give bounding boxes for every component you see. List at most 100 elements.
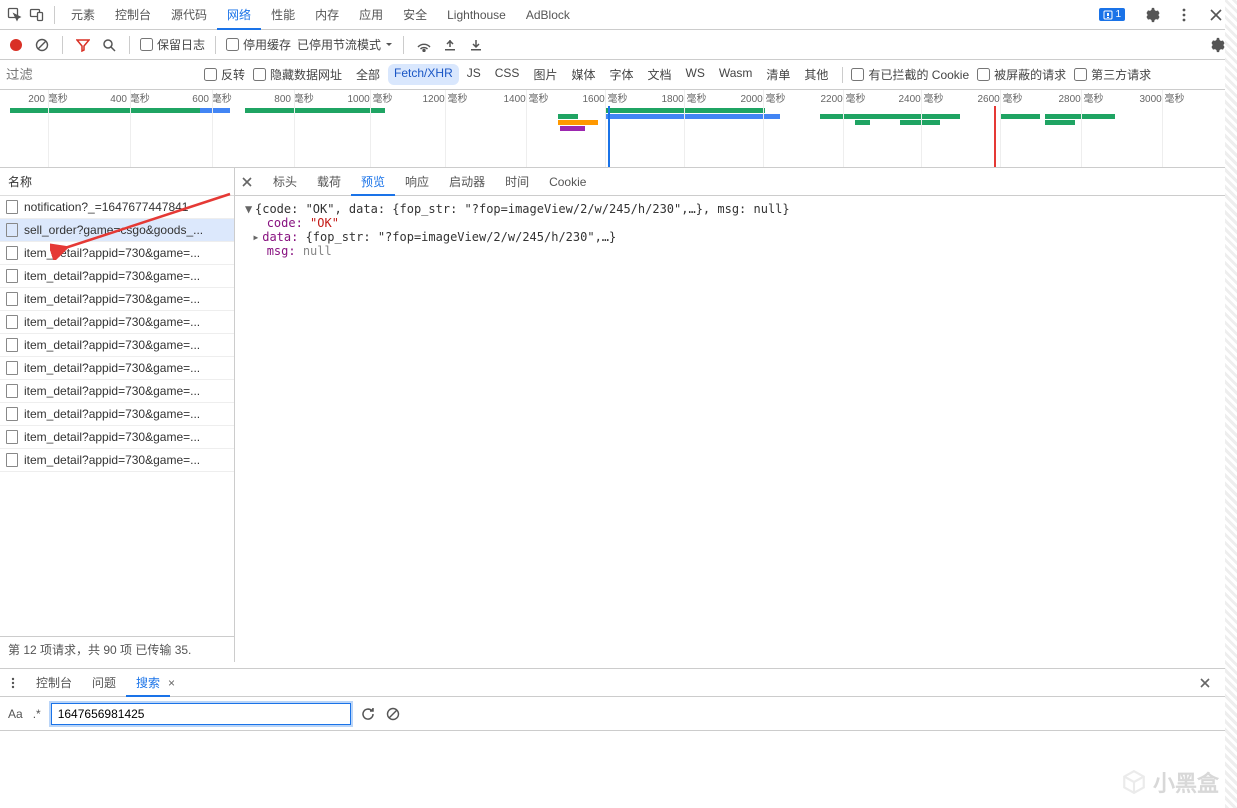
detail-tab[interactable]: 启动器 <box>439 168 495 196</box>
more-vert-icon[interactable] <box>1173 4 1195 26</box>
type-filter[interactable]: 其他 <box>798 64 834 85</box>
close-detail-icon[interactable] <box>241 176 261 188</box>
inspect-icon[interactable] <box>4 4 26 26</box>
watermark: 小黑盒 <box>1121 766 1219 798</box>
type-filter[interactable]: WS <box>680 64 711 85</box>
file-icon <box>6 269 18 283</box>
blocked-cookies-checkbox[interactable]: 有已拦截的 Cookie <box>851 66 969 83</box>
main-tab[interactable]: 源代码 <box>161 0 217 30</box>
file-icon <box>6 338 18 352</box>
type-filter[interactable]: 媒体 <box>565 64 601 85</box>
type-filter[interactable]: Fetch/XHR <box>388 64 459 85</box>
detail-tab[interactable]: 标头 <box>263 168 307 196</box>
file-icon <box>6 407 18 421</box>
type-filter[interactable]: JS <box>461 64 487 85</box>
file-icon <box>6 453 18 467</box>
request-row[interactable]: item_detail?appid=730&game=... <box>0 380 234 403</box>
detail-tabs: 标头载荷预览响应启动器时间Cookie <box>235 168 1237 196</box>
response-preview[interactable]: ▼{code: "OK", data: {fop_str: "?fop=imag… <box>235 196 1237 662</box>
drawer-close-icon[interactable] <box>1199 677 1219 689</box>
request-row[interactable]: item_detail?appid=730&game=... <box>0 426 234 449</box>
file-icon <box>6 223 18 237</box>
scrollbar-track <box>1225 0 1237 808</box>
drawer-tab[interactable]: 控制台 <box>26 669 82 697</box>
cancel-icon[interactable] <box>386 707 400 721</box>
clear-button[interactable] <box>32 35 52 55</box>
tab-close-icon[interactable]: × <box>164 676 179 690</box>
network-settings-icon[interactable] <box>1207 35 1227 55</box>
filter-icon[interactable] <box>73 35 93 55</box>
detail-tab[interactable]: Cookie <box>539 168 596 196</box>
request-row[interactable]: item_detail?appid=730&game=... <box>0 265 234 288</box>
request-row[interactable]: notification?_=1647677447841 <box>0 196 234 219</box>
type-filter[interactable]: 图片 <box>527 64 563 85</box>
detail-tab[interactable]: 时间 <box>495 168 539 196</box>
file-icon <box>6 384 18 398</box>
name-column-header[interactable]: 名称 <box>0 168 234 196</box>
export-icon[interactable] <box>466 35 486 55</box>
request-row[interactable]: item_detail?appid=730&game=... <box>0 334 234 357</box>
settings-gear-icon[interactable] <box>1141 4 1163 26</box>
invert-checkbox[interactable]: 反转 <box>204 66 245 83</box>
drawer-more-icon[interactable] <box>6 676 24 690</box>
file-icon <box>6 430 18 444</box>
request-summary: 第 12 项请求，共 90 项 已传输 35. <box>0 636 234 662</box>
detail-tab[interactable]: 预览 <box>351 168 395 196</box>
file-icon <box>6 292 18 306</box>
refresh-icon[interactable] <box>361 706 376 721</box>
main-tab[interactable]: 控制台 <box>105 0 161 30</box>
main-tab[interactable]: 应用 <box>349 0 393 30</box>
throttling-select[interactable]: 已停用节流模式 <box>297 36 393 53</box>
domcontentloaded-line <box>608 106 610 167</box>
record-button[interactable] <box>6 35 26 55</box>
search-input[interactable] <box>51 703 351 725</box>
device-toggle-icon[interactable] <box>26 4 48 26</box>
type-filter[interactable]: Wasm <box>713 64 759 85</box>
detail-tab[interactable]: 响应 <box>395 168 439 196</box>
import-icon[interactable] <box>440 35 460 55</box>
blocked-requests-checkbox[interactable]: 被屏蔽的请求 <box>977 66 1066 83</box>
type-filter[interactable]: CSS <box>489 64 526 85</box>
main-tab[interactable]: 性能 <box>261 0 305 30</box>
request-row[interactable]: item_detail?appid=730&game=... <box>0 357 234 380</box>
type-filter[interactable]: 清单 <box>760 64 796 85</box>
drawer-tab[interactable]: 问题 <box>82 669 126 697</box>
main-tab[interactable]: 内存 <box>305 0 349 30</box>
filter-input[interactable] <box>6 65 196 85</box>
third-party-checkbox[interactable]: 第三方请求 <box>1074 66 1151 83</box>
issues-count: 1 <box>1115 9 1121 20</box>
main-tab[interactable]: AdBlock <box>516 0 580 30</box>
network-conditions-icon[interactable] <box>414 35 434 55</box>
main-tab[interactable]: 安全 <box>393 0 437 30</box>
preserve-log-checkbox[interactable]: 保留日志 <box>140 36 205 53</box>
request-row[interactable]: item_detail?appid=730&game=... <box>0 449 234 472</box>
hide-data-urls-checkbox[interactable]: 隐藏数据网址 <box>253 66 342 83</box>
request-row[interactable]: item_detail?appid=730&game=... <box>0 242 234 265</box>
request-detail-panel: 标头载荷预览响应启动器时间Cookie ▼{code: "OK", data: … <box>235 168 1237 662</box>
type-filter[interactable]: 全部 <box>350 64 386 85</box>
devtools-main-tabs: 元素控制台源代码网络性能内存应用安全LighthouseAdBlock 1 <box>0 0 1237 30</box>
regex-toggle[interactable]: .* <box>33 707 41 721</box>
file-icon <box>6 200 18 214</box>
filter-bar: 反转 隐藏数据网址 全部Fetch/XHRJSCSS图片媒体字体文档WSWasm… <box>0 60 1237 90</box>
disable-cache-checkbox[interactable]: 停用缓存 <box>226 36 291 53</box>
separator <box>54 6 55 24</box>
main-tab[interactable]: 网络 <box>217 0 261 30</box>
main-tab[interactable]: Lighthouse <box>437 0 516 30</box>
issues-badge[interactable]: 1 <box>1099 8 1125 21</box>
file-icon <box>6 315 18 329</box>
request-row[interactable]: sell_order?game=csgo&goods_... <box>0 219 234 242</box>
network-timeline[interactable]: 200 毫秒400 毫秒600 毫秒800 毫秒1000 毫秒1200 毫秒14… <box>0 90 1237 168</box>
close-devtools-icon[interactable] <box>1205 4 1227 26</box>
request-row[interactable]: item_detail?appid=730&game=... <box>0 288 234 311</box>
search-icon[interactable] <box>99 35 119 55</box>
request-row[interactable]: item_detail?appid=730&game=... <box>0 311 234 334</box>
match-case-toggle[interactable]: Aa <box>8 707 23 721</box>
main-tab[interactable]: 元素 <box>61 0 105 30</box>
type-filter[interactable]: 文档 <box>641 64 677 85</box>
request-row[interactable]: item_detail?appid=730&game=... <box>0 403 234 426</box>
detail-tab[interactable]: 载荷 <box>307 168 351 196</box>
network-toolbar: 保留日志 停用缓存 已停用节流模式 <box>0 30 1237 60</box>
drawer: 控制台问题搜索× Aa .* <box>0 668 1225 808</box>
type-filter[interactable]: 字体 <box>603 64 639 85</box>
